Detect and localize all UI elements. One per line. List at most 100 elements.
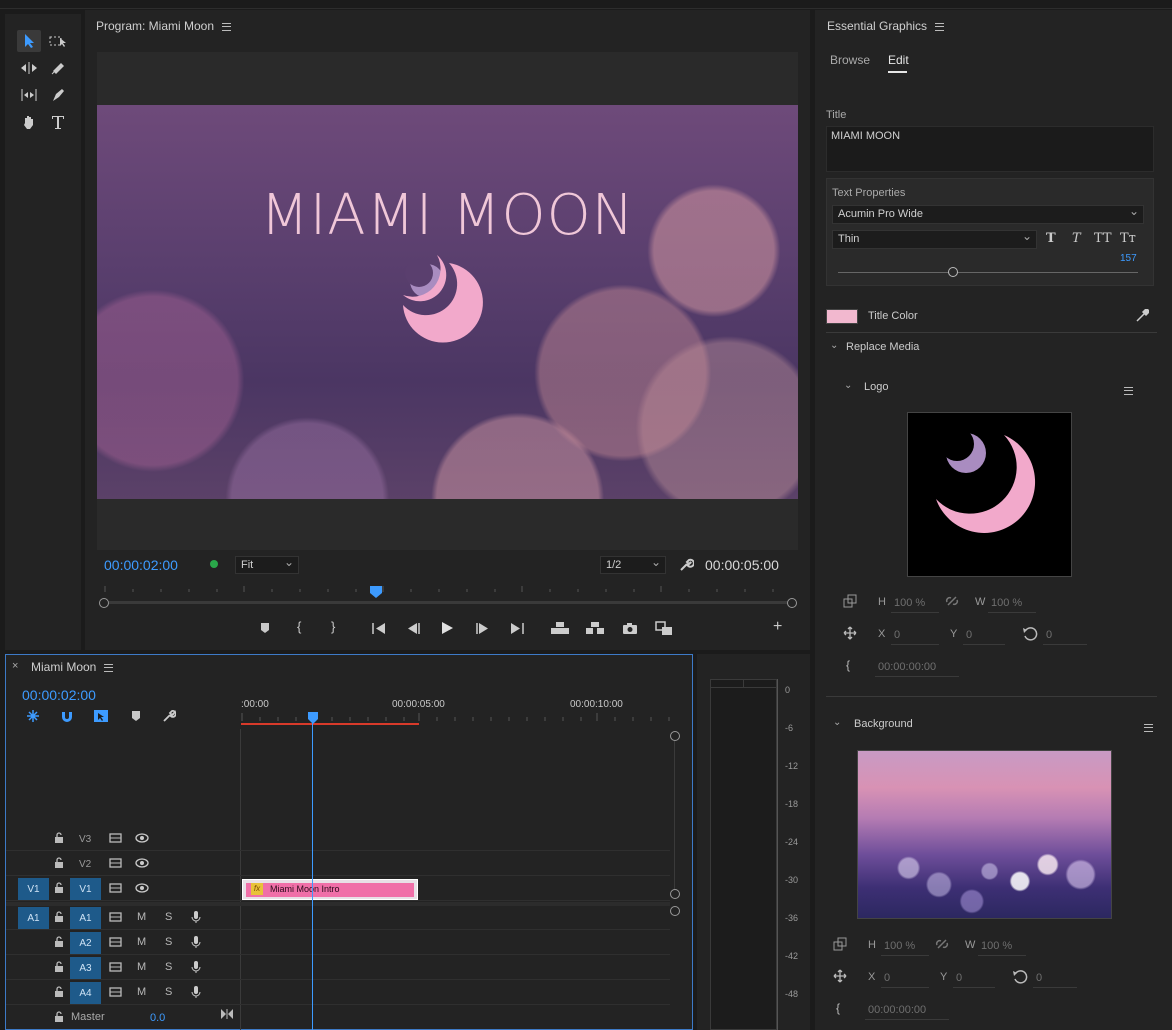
logo-h-value[interactable]: 100 %: [894, 597, 925, 609]
current-timecode[interactable]: 00:00:02:00: [104, 557, 178, 573]
v-scrollbar[interactable]: [674, 741, 675, 889]
mute-button-a1[interactable]: M: [137, 911, 146, 923]
work-area-bar[interactable]: [241, 723, 419, 725]
logo-rotation-value[interactable]: 0: [1046, 629, 1052, 641]
track-a3[interactable]: [6, 956, 670, 980]
position-move-icon[interactable]: [833, 969, 847, 983]
v-scroll-handle-bottom[interactable]: [670, 889, 680, 899]
timeline-playhead-icon[interactable]: [307, 711, 319, 725]
v-scroll-handle-top[interactable]: [670, 731, 680, 741]
constrain-link-icon[interactable]: [945, 594, 959, 608]
track-a4[interactable]: [6, 981, 670, 1005]
track-target-a1[interactable]: A1: [70, 907, 101, 929]
video-viewer[interactable]: MIAMI MOON: [97, 52, 798, 550]
sync-lock-icon[interactable]: [109, 883, 122, 893]
mute-button-a2[interactable]: M: [137, 936, 146, 948]
position-move-icon[interactable]: [843, 626, 857, 640]
lock-icon[interactable]: [54, 986, 64, 997]
lock-icon[interactable]: [54, 1011, 64, 1022]
comparison-view-icon[interactable]: [655, 621, 673, 636]
lock-icon[interactable]: [54, 911, 64, 922]
track-target-a2[interactable]: A2: [70, 932, 101, 954]
lock-icon[interactable]: [54, 882, 64, 893]
eyedropper-icon[interactable]: [1135, 309, 1149, 323]
all-caps-button[interactable]: TT: [1094, 231, 1112, 246]
mute-button-a3[interactable]: M: [137, 961, 146, 973]
zoom-handle-left[interactable]: [99, 598, 109, 608]
microphone-icon[interactable]: [191, 935, 201, 949]
logo-menu-icon[interactable]: [1124, 386, 1133, 395]
step-forward-icon[interactable]: [475, 622, 491, 635]
ripple-edit-tool-icon[interactable]: [17, 57, 41, 79]
slip-tool-icon[interactable]: [17, 84, 41, 106]
go-to-in-icon[interactable]: [371, 622, 387, 635]
lift-icon[interactable]: [550, 621, 570, 635]
sync-lock-icon[interactable]: [109, 987, 122, 997]
solo-button-a3[interactable]: S: [165, 961, 172, 973]
resolution-dropdown[interactable]: 1/2: [600, 555, 666, 574]
sync-lock-icon[interactable]: [109, 912, 122, 922]
microphone-icon[interactable]: [191, 985, 201, 999]
mark-in-icon[interactable]: {: [297, 619, 301, 634]
solo-button-a4[interactable]: S: [165, 986, 172, 998]
playhead-icon[interactable]: [369, 585, 383, 599]
type-tool-icon[interactable]: [46, 111, 70, 133]
add-marker-icon[interactable]: [259, 622, 271, 634]
close-icon[interactable]: ×: [12, 660, 18, 672]
zoom-dropdown[interactable]: Fit: [235, 555, 299, 574]
export-frame-icon[interactable]: [622, 622, 638, 635]
logo-thumbnail[interactable]: [907, 412, 1072, 577]
nest-icon[interactable]: [26, 709, 40, 723]
go-to-next-edit-icon[interactable]: [220, 1008, 234, 1020]
add-button-icon[interactable]: +: [773, 618, 782, 636]
rotation-icon[interactable]: [1012, 969, 1028, 985]
font-dropdown[interactable]: Acumin Pro Wide: [832, 204, 1144, 224]
faux-italic-button[interactable]: T: [1072, 231, 1081, 246]
font-size-slider-track[interactable]: [838, 272, 1138, 273]
lock-icon[interactable]: [54, 936, 64, 947]
logo-y-value[interactable]: 0: [966, 629, 972, 641]
hand-tool-icon[interactable]: [17, 111, 41, 133]
faux-bold-button[interactable]: T: [1046, 231, 1056, 246]
panel-menu-icon[interactable]: [935, 22, 945, 31]
title-text-field[interactable]: MIAMI MOON: [826, 126, 1154, 172]
bg-y-value[interactable]: 0: [956, 972, 962, 984]
time-ruler[interactable]: [103, 582, 793, 594]
microphone-icon[interactable]: [191, 960, 201, 974]
track-v3[interactable]: [6, 827, 670, 851]
timeline-settings-wrench-icon[interactable]: [162, 709, 176, 723]
sync-lock-icon[interactable]: [109, 962, 122, 972]
panel-menu-icon[interactable]: [222, 22, 232, 31]
small-caps-button[interactable]: Tт: [1120, 231, 1136, 246]
clip-miami-moon-intro[interactable]: fx Miami Moon Intro: [242, 879, 418, 900]
sync-lock-icon[interactable]: [109, 937, 122, 947]
step-back-icon[interactable]: [405, 622, 421, 635]
solo-button-a2[interactable]: S: [165, 936, 172, 948]
eye-icon[interactable]: [135, 833, 149, 843]
rotation-icon[interactable]: [1022, 626, 1038, 642]
selection-tool-icon[interactable]: [17, 30, 41, 52]
eye-icon[interactable]: [135, 883, 149, 893]
razor-tool-icon[interactable]: [46, 57, 70, 79]
track-target-a3[interactable]: A3: [70, 957, 101, 979]
go-to-out-icon[interactable]: [509, 622, 525, 635]
mute-button-a4[interactable]: M: [137, 986, 146, 998]
bg-w-value[interactable]: 100 %: [981, 940, 1012, 952]
scale-icon[interactable]: [843, 594, 857, 608]
sync-lock-icon[interactable]: [109, 858, 122, 868]
solo-button-a1[interactable]: S: [165, 911, 172, 923]
logo-w-value[interactable]: 100 %: [991, 597, 1022, 609]
track-select-tool-icon[interactable]: [46, 30, 70, 52]
play-icon[interactable]: [440, 621, 454, 635]
zoom-handle-right[interactable]: [787, 598, 797, 608]
a-scroll-handle-top[interactable]: [670, 906, 680, 916]
snap-magnet-icon[interactable]: [60, 709, 74, 723]
logo-x-value[interactable]: 0: [894, 629, 900, 641]
source-patch-a1[interactable]: A1: [18, 907, 49, 929]
scale-icon[interactable]: [833, 937, 847, 951]
title-color-swatch[interactable]: [826, 309, 858, 324]
bg-rotation-value[interactable]: 0: [1036, 972, 1042, 984]
track-target-v1[interactable]: V1: [70, 878, 101, 900]
lock-icon[interactable]: [54, 857, 64, 868]
timeline-ruler-ticks[interactable]: [241, 713, 671, 721]
